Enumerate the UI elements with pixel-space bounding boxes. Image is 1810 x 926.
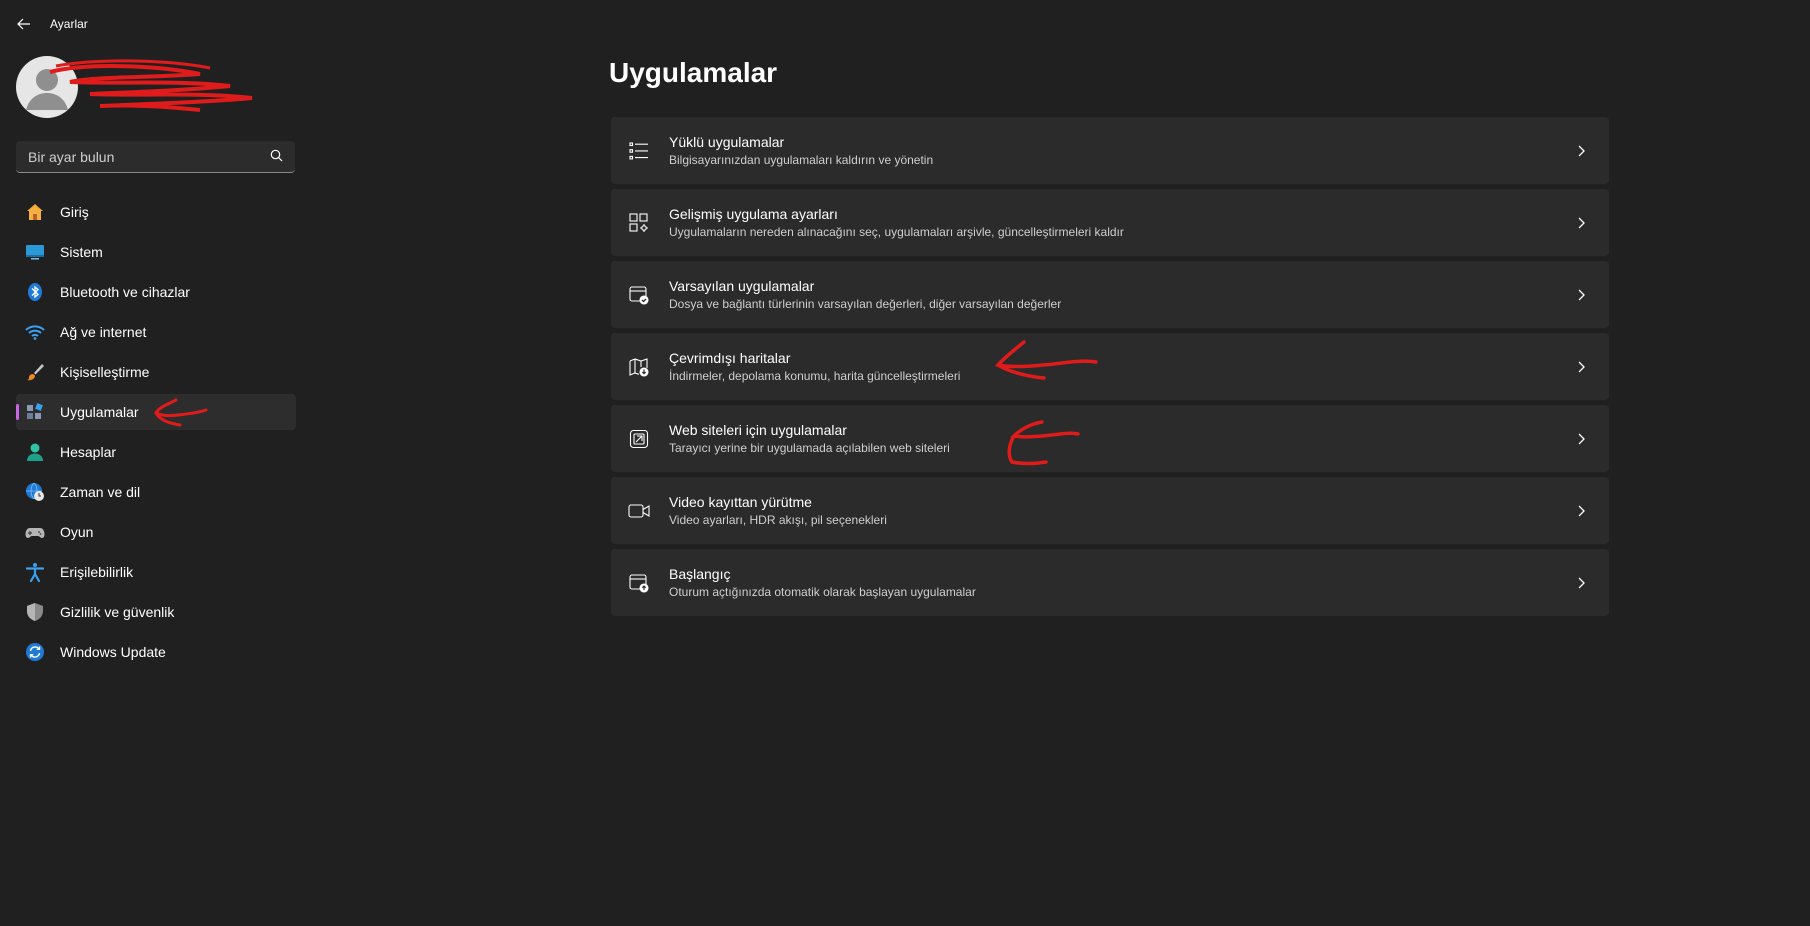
home-icon bbox=[25, 202, 45, 222]
bluetooth-icon bbox=[25, 282, 45, 302]
card-title: Video kayıttan yürütme bbox=[669, 494, 812, 510]
chevron-right-icon bbox=[1578, 289, 1585, 301]
card-title: Web siteleri için uygulamalar bbox=[669, 422, 847, 438]
chevron-right-icon bbox=[1578, 433, 1585, 445]
sidebar-item-label: Gizlilik ve güvenlik bbox=[60, 604, 175, 620]
sidebar-item-label: Sistem bbox=[60, 244, 103, 260]
video-icon bbox=[627, 499, 651, 523]
search-icon[interactable] bbox=[270, 149, 283, 162]
sidebar-item-personalization[interactable]: Kişiselleştirme bbox=[16, 354, 296, 390]
card-description: Uygulamaların nereden alınacağını seç, u… bbox=[669, 225, 1124, 239]
sidebar-item-label: Oyun bbox=[60, 524, 94, 540]
card-description: İndirmeler, depolama konumu, harita günc… bbox=[669, 369, 961, 383]
card-description: Tarayıcı yerine bir uygulamada açılabile… bbox=[669, 441, 950, 455]
sidebar-item-label: Hesaplar bbox=[60, 444, 117, 460]
sidebar-item-label: Giriş bbox=[60, 204, 89, 220]
sync-icon bbox=[25, 642, 45, 662]
sidebar-item-label: Erişilebilirlik bbox=[60, 564, 134, 580]
globe-clock-icon bbox=[25, 482, 45, 502]
sidebar-item-label: Windows Update bbox=[60, 644, 166, 660]
sidebar-item-privacy[interactable]: Gizlilik ve güvenlik bbox=[16, 594, 296, 630]
wifi-icon bbox=[25, 322, 45, 342]
card-advanced-app-settings[interactable]: Gelişmiş uygulama ayarları Uygulamaların… bbox=[611, 189, 1609, 256]
chevron-right-icon bbox=[1578, 361, 1585, 373]
redaction-scribble bbox=[49, 59, 253, 112]
chevron-right-icon bbox=[1578, 577, 1585, 589]
card-title: Varsayılan uygulamalar bbox=[669, 278, 815, 294]
sidebar-item-time-language[interactable]: Zaman ve dil bbox=[16, 474, 296, 510]
sidebar-item-label: Uygulamalar bbox=[60, 404, 139, 420]
startup-icon bbox=[627, 571, 651, 595]
person-icon bbox=[25, 442, 45, 462]
sidebar-item-windows-update[interactable]: Windows Update bbox=[16, 634, 296, 670]
card-description: Dosya ve bağlantı türlerinin varsayılan … bbox=[669, 297, 1062, 311]
card-video-playback[interactable]: Video kayıttan yürütme Video ayarları, H… bbox=[611, 477, 1609, 544]
map-download-icon bbox=[627, 355, 651, 379]
page-title: Uygulamalar bbox=[609, 57, 778, 88]
sidebar-item-accessibility[interactable]: Erişilebilirlik bbox=[16, 554, 296, 590]
sidebar-item-label: Ağ ve internet bbox=[60, 324, 147, 340]
apps-settings-icon bbox=[627, 211, 651, 235]
card-startup[interactable]: Başlangıç Oturum açtığınızda otomatik ol… bbox=[611, 549, 1609, 616]
apps-icon bbox=[25, 402, 45, 422]
chevron-right-icon bbox=[1578, 217, 1585, 229]
card-offline-maps[interactable]: Çevrimdışı haritalar İndirmeler, depolam… bbox=[611, 333, 1609, 400]
brush-icon bbox=[25, 362, 45, 382]
sidebar-item-label: Bluetooth ve cihazlar bbox=[60, 284, 190, 300]
card-description: Video ayarları, HDR akışı, pil seçenekle… bbox=[669, 513, 887, 527]
card-title: Çevrimdışı haritalar bbox=[669, 350, 791, 366]
chevron-right-icon bbox=[1578, 505, 1585, 517]
sidebar-item-home[interactable]: Giriş bbox=[16, 194, 296, 230]
sidebar-item-label: Zaman ve dil bbox=[60, 484, 141, 500]
back-button[interactable] bbox=[12, 12, 36, 36]
card-title: Başlangıç bbox=[669, 566, 731, 582]
sidebar-item-network[interactable]: Ağ ve internet bbox=[16, 314, 296, 350]
card-apps-for-websites[interactable]: Web siteleri için uygulamalar Tarayıcı y… bbox=[611, 405, 1609, 472]
sidebar-nav: Giriş Sistem Bluetooth ve cihazlar Ağ ve… bbox=[16, 194, 296, 674]
sidebar-item-label: Kişiselleştirme bbox=[60, 364, 150, 380]
shield-icon bbox=[25, 602, 45, 622]
card-installed-apps[interactable]: Yüklü uygulamalar Bilgisayarınızdan uygu… bbox=[611, 117, 1609, 184]
gamepad-icon bbox=[25, 522, 45, 542]
card-description: Oturum açtığınızda otomatik olarak başla… bbox=[669, 585, 976, 599]
back-arrow-icon bbox=[17, 18, 30, 30]
search-input[interactable] bbox=[26, 141, 260, 173]
open-in-app-icon bbox=[627, 427, 651, 451]
card-description: Bilgisayarınızdan uygulamaları kaldırın … bbox=[669, 153, 934, 167]
search-box[interactable] bbox=[16, 141, 295, 173]
sidebar-item-gaming[interactable]: Oyun bbox=[16, 514, 296, 550]
sidebar-item-accounts[interactable]: Hesaplar bbox=[16, 434, 296, 470]
default-apps-icon bbox=[627, 283, 651, 307]
selection-indicator bbox=[16, 404, 19, 420]
chevron-right-icon bbox=[1578, 145, 1585, 157]
settings-card-list: Yüklü uygulamalar Bilgisayarınızdan uygu… bbox=[611, 117, 1609, 621]
list-icon bbox=[627, 139, 651, 163]
monitor-icon bbox=[25, 242, 45, 262]
card-title: Gelişmiş uygulama ayarları bbox=[669, 206, 838, 222]
sidebar-item-system[interactable]: Sistem bbox=[16, 234, 296, 270]
card-default-apps[interactable]: Varsayılan uygulamalar Dosya ve bağlantı… bbox=[611, 261, 1609, 328]
sidebar-item-apps[interactable]: Uygulamalar bbox=[16, 394, 296, 430]
accessibility-icon bbox=[25, 562, 45, 582]
title-bar: Ayarlar bbox=[0, 0, 1810, 48]
card-title: Yüklü uygulamalar bbox=[669, 134, 785, 150]
sidebar-item-bluetooth[interactable]: Bluetooth ve cihazlar bbox=[16, 274, 296, 310]
app-title: Ayarlar bbox=[50, 17, 88, 31]
